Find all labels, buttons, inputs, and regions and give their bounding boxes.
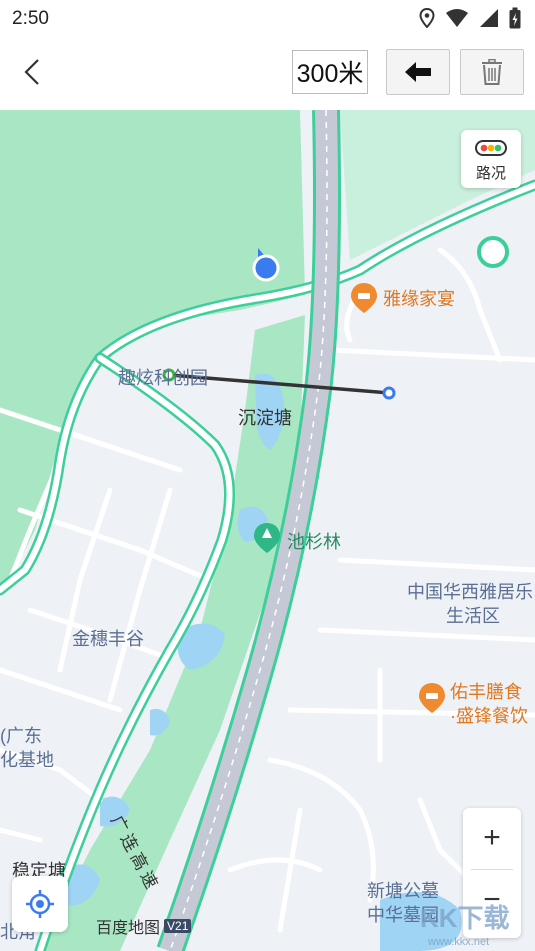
map-logo-version: V21 (164, 919, 192, 933)
map-base (0, 110, 535, 951)
poi-label-chishanlin[interactable]: 池杉林 (287, 528, 341, 554)
map-label-guangdong-line2: 化基地 (0, 750, 54, 770)
traffic-toggle-button[interactable]: 路况 (461, 130, 521, 188)
zoom-in-button[interactable]: + (463, 808, 521, 868)
map-label-chendiantang: 沉淀塘 (238, 408, 292, 428)
measure-end-point (382, 386, 396, 400)
delete-button[interactable] (460, 49, 524, 95)
map-logo-text: 百度地图 (96, 920, 161, 937)
distance-readout: 300米 (292, 50, 368, 94)
undo-button[interactable] (386, 49, 450, 95)
poi-label-youfeng-line1[interactable]: 佑丰膳食 (450, 678, 522, 704)
poi-label-youfeng-line2[interactable]: ·盛锋餐饮 (450, 702, 528, 728)
trash-icon (482, 59, 502, 85)
poi-label-yayuan[interactable]: 雅缘家宴 (383, 285, 455, 311)
traffic-label: 路况 (475, 165, 506, 182)
traffic-light-icon (475, 140, 507, 156)
back-button[interactable] (10, 50, 54, 94)
locate-icon (26, 890, 54, 918)
measure-toolbar: 300米 (0, 36, 535, 110)
map-label-jinsui: 金穗丰谷 (72, 629, 144, 649)
location-icon (419, 8, 435, 28)
back-arrow-icon (24, 59, 39, 85)
map-label-huaxi-line2: 生活区 (446, 606, 500, 626)
current-location-dot (252, 254, 280, 282)
undo-arrow-icon (405, 62, 431, 82)
watermark: KK下载 (420, 903, 510, 933)
battery-icon (509, 7, 521, 29)
wifi-icon (446, 9, 468, 27)
map-canvas[interactable]: 雅缘家宴 趣炫科创园 沉淀塘 池杉林 中国华西雅居乐 生活区 金穗丰谷 佑丰膳食… (0, 110, 535, 951)
status-time: 2:50 (12, 8, 49, 29)
map-logo: 百度地图 V21 (96, 914, 192, 938)
status-bar: 2:50 (0, 0, 535, 36)
map-label-huaxi-line1: 中国华西雅居乐 (407, 582, 533, 602)
map-label-guangdong-line1: (广东 (0, 726, 42, 746)
watermark-url: www.kkx.net (428, 936, 490, 948)
locate-button[interactable] (12, 876, 68, 932)
signal-icon (480, 9, 498, 27)
status-icons (419, 6, 521, 30)
poi-label-quxuan[interactable]: 趣炫科创园 (118, 364, 208, 390)
